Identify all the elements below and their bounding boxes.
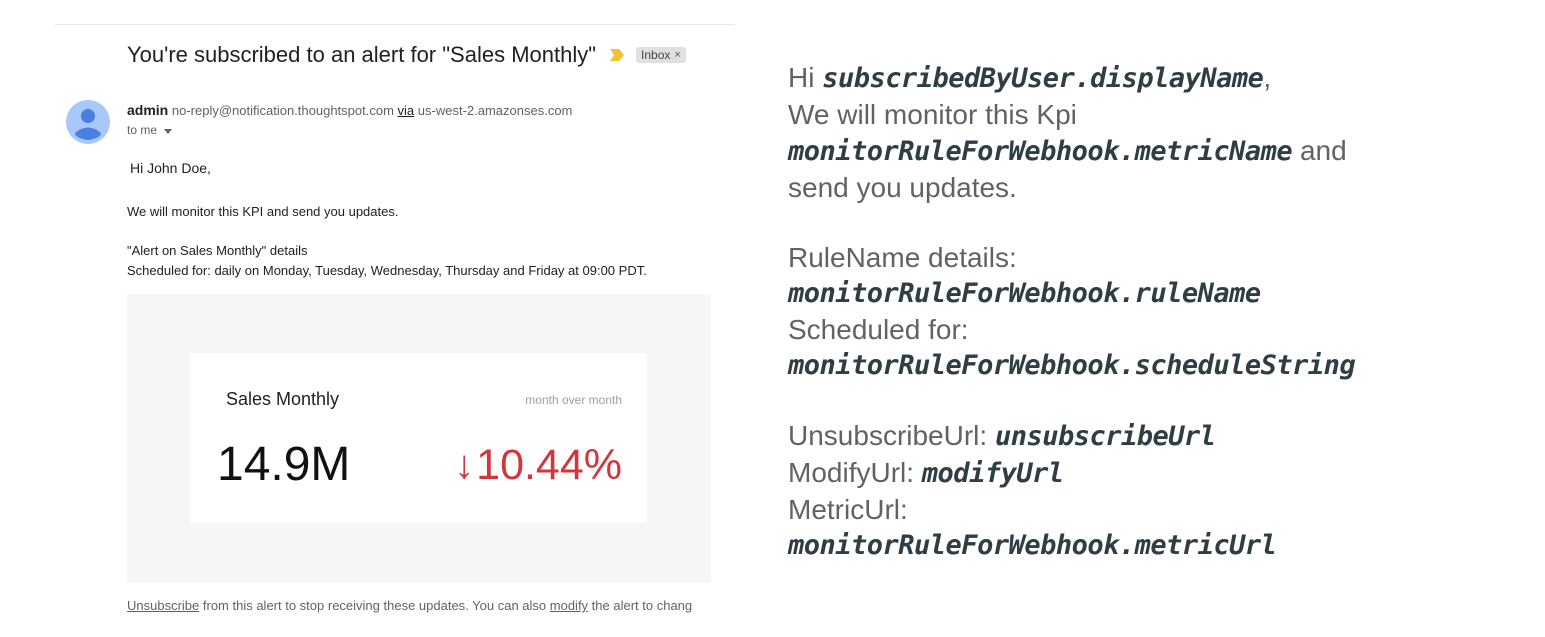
kpi-panel: Sales Monthly month over month 14.9M ↓ 1…: [127, 294, 711, 583]
template-variable: monitorRuleForWebhook.scheduleString: [788, 350, 1356, 381]
template-variable: modifyUrl: [921, 458, 1064, 489]
template-text: send you updates.: [788, 172, 1017, 203]
arrow-down-icon: ↓: [454, 443, 475, 487]
kpi-comparison-label: month over month: [525, 393, 622, 407]
avatar: [66, 100, 110, 144]
kpi-card[interactable]: Sales Monthly month over month 14.9M ↓ 1…: [190, 353, 647, 523]
recipient-row[interactable]: to me: [127, 123, 173, 137]
template-text: Hi: [788, 62, 823, 93]
footer-text-end: the alert to chang: [588, 598, 693, 613]
footer-text: from this alert to stop receiving these …: [199, 598, 550, 613]
template-label: ModifyUrl:: [788, 457, 922, 488]
sender-row: admin no-reply@notification.thoughtspot.…: [127, 102, 572, 118]
template-unsubscribe-line: UnsubscribeUrl: unsubscribeUrl: [788, 418, 1528, 455]
email-view: You're subscribed to an alert for "Sales…: [0, 0, 735, 637]
template-text: and: [1292, 135, 1347, 166]
template-label: UnsubscribeUrl:: [788, 420, 995, 451]
email-body-line: We will monitor this KPI and send you up…: [127, 204, 399, 219]
inbox-label-chip[interactable]: Inbox ×: [636, 47, 686, 63]
kpi-change: ↓ 10.44%: [454, 441, 622, 490]
template-label: RuleName details:: [788, 242, 1017, 273]
subject-row: You're subscribed to an alert for "Sales…: [127, 42, 686, 68]
template-variable: monitorRuleForWebhook.metricUrl: [788, 530, 1277, 561]
recipient-label: to me: [127, 123, 158, 137]
chevron-down-icon[interactable]: [164, 128, 173, 134]
divider: [55, 24, 735, 25]
template-metric-line: monitorRuleForWebhook.metricName and: [788, 133, 1528, 170]
template-label: Scheduled for:: [788, 314, 969, 345]
template-label: MetricUrl:: [788, 494, 908, 525]
via-link[interactable]: via: [398, 103, 415, 118]
importance-marker-icon[interactable]: [610, 49, 625, 61]
remove-label-icon[interactable]: ×: [674, 49, 680, 61]
schedule-line: Scheduled for: daily on Monday, Tuesday,…: [127, 263, 647, 278]
email-subject: You're subscribed to an alert for "Sales…: [127, 42, 597, 67]
kpi-name: Sales Monthly: [226, 389, 340, 409]
template-variable: monitorRuleForWebhook.metricName: [788, 136, 1293, 167]
unsubscribe-link[interactable]: Unsubscribe: [127, 598, 199, 613]
template-variables-panel: Hi subscribedByUser.displayName, We will…: [788, 60, 1528, 564]
kpi-change-value: 10.44%: [476, 441, 622, 489]
email-footer: Unsubscribe from this alert to stop rece…: [127, 598, 692, 613]
template-text: ,: [1263, 62, 1272, 93]
template-text: We will monitor this Kpi: [788, 99, 1077, 130]
template-variable: subscribedByUser.displayName: [822, 63, 1264, 94]
alert-details-line: "Alert on Sales Monthly" details: [127, 243, 308, 258]
template-variable: monitorRuleForWebhook.ruleName: [788, 278, 1261, 309]
modify-link[interactable]: modify: [550, 598, 588, 613]
kpi-value: 14.9M: [217, 438, 351, 491]
sender-email: no-reply@notification.thoughtspot.com: [171, 103, 394, 118]
sender-name: admin: [127, 102, 169, 118]
template-variable: unsubscribeUrl: [994, 421, 1216, 452]
via-domain: us-west-2.amazonses.com: [417, 103, 573, 118]
email-greeting: Hi John Doe,: [130, 160, 211, 176]
template-modify-line: ModifyUrl: modifyUrl: [788, 455, 1528, 492]
template-greeting-line: Hi subscribedByUser.displayName,: [788, 60, 1528, 97]
inbox-label-text: Inbox: [641, 48, 671, 62]
